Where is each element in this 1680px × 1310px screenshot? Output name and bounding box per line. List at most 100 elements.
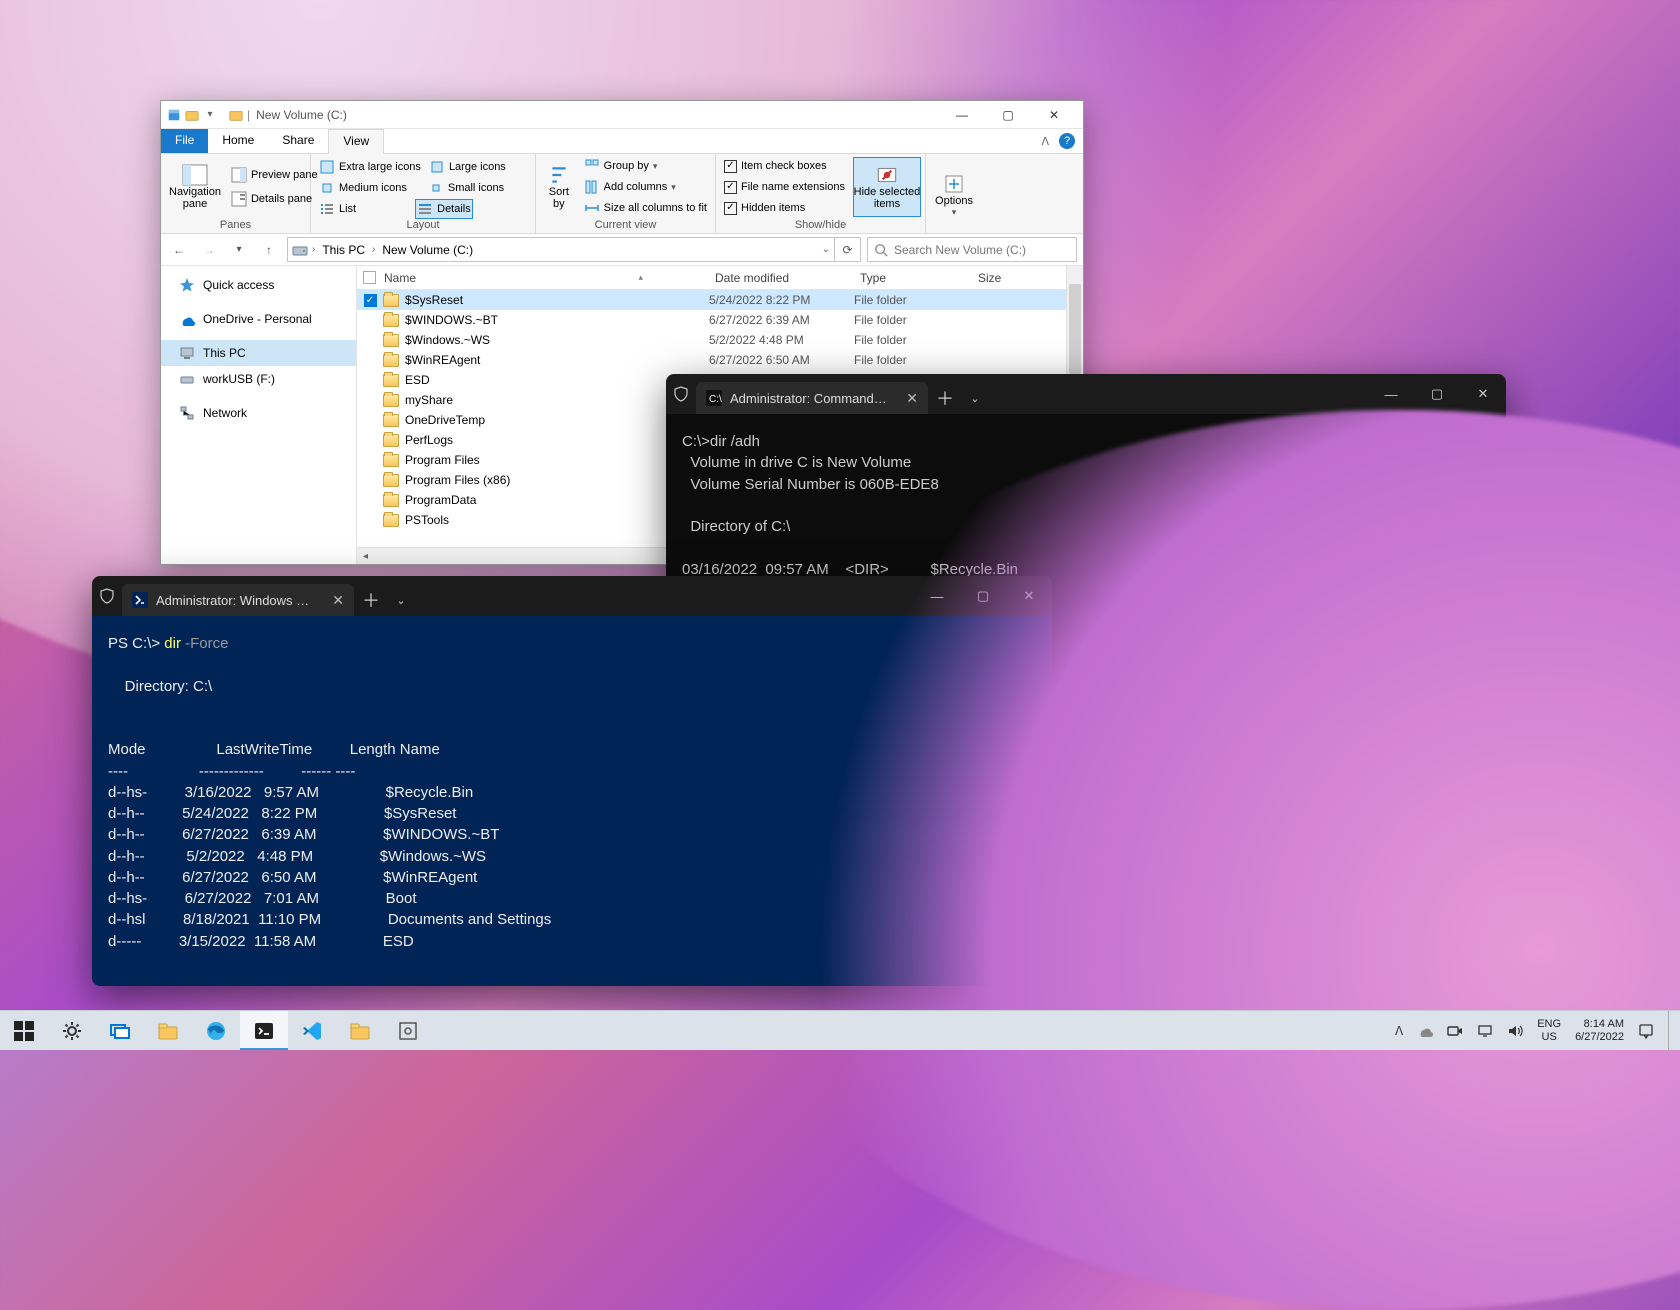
ps-tab-dropdown-icon[interactable]: ⌄ [388, 584, 414, 616]
ps-tab[interactable]: Administrator: Windows PowerShell ✕ [122, 584, 354, 616]
ps-new-tab-button[interactable]: ＋ [354, 584, 388, 616]
nav-network[interactable]: Network [161, 400, 356, 426]
preview-pane-button[interactable]: Preview pane [229, 165, 320, 185]
cmd-tab[interactable]: C:\ Administrator: Command Prompt ✕ [696, 382, 928, 414]
add-columns-button[interactable]: Add columns ▾ [582, 178, 709, 197]
clock[interactable]: 8:14 AM6/27/2022 [1575, 1018, 1624, 1043]
taskbar-explorer-2[interactable] [336, 1011, 384, 1050]
nav-back-button[interactable]: ← [167, 238, 191, 262]
options-button[interactable]: Options▾ [932, 157, 976, 233]
folder-icon [383, 314, 399, 327]
file-extensions-toggle[interactable]: ✓File name extensions [722, 178, 847, 196]
tray-notifications-icon[interactable] [1638, 1023, 1654, 1039]
layout-details[interactable]: Details [415, 199, 473, 219]
explorer-titlebar[interactable]: ▾ | New Volume (C:) — ▢ ✕ [161, 101, 1083, 129]
tray-volume-icon[interactable] [1507, 1023, 1523, 1039]
search-input[interactable]: Search New Volume (C:) [867, 237, 1077, 262]
tray-chevron-icon[interactable]: ᐱ [1395, 1024, 1403, 1038]
file-row[interactable]: ✓ $Windows.~WS 5/2/2022 4:48 PMFile fold… [357, 330, 1083, 350]
ribbon-collapse-icon[interactable]: ᐱ [1041, 135, 1049, 148]
taskbar-app[interactable] [384, 1011, 432, 1050]
group-showhide-label: Show/hide [722, 219, 919, 231]
nav-history-button[interactable]: ▾ [227, 238, 251, 262]
address-bar[interactable]: › This PC› New Volume (C:) ⌄ [287, 237, 835, 262]
tray-network-icon[interactable] [1477, 1023, 1493, 1039]
qat-new-folder-icon[interactable] [185, 108, 199, 122]
cmd-titlebar[interactable]: C:\ Administrator: Command Prompt ✕ ＋ ⌄ … [666, 374, 1506, 414]
tab-share[interactable]: Share [268, 129, 328, 153]
cmd-tab-close-icon[interactable]: ✕ [906, 390, 918, 407]
col-name[interactable]: Name [384, 271, 416, 285]
layout-small[interactable]: Small icons [426, 178, 506, 198]
sort-by-button[interactable]: Sort by [542, 157, 576, 217]
file-row[interactable]: ✓ $WINDOWS.~BT 6/27/2022 6:39 AMFile fol… [357, 310, 1083, 330]
show-desktop-button[interactable] [1668, 1011, 1674, 1051]
file-row[interactable]: ✓ $WinREAgent 6/27/2022 6:50 AMFile fold… [357, 350, 1083, 370]
nav-forward-button[interactable]: → [197, 238, 221, 262]
layout-extra-large[interactable]: Extra large icons [317, 157, 423, 177]
start-button[interactable] [0, 1011, 48, 1050]
navigation-pane-button[interactable]: Navigation pane [167, 157, 223, 217]
language-indicator[interactable]: ENGUS [1537, 1018, 1561, 1043]
breadcrumb-volume[interactable]: New Volume (C:) [379, 241, 476, 259]
cmd-close-button[interactable]: ✕ [1460, 374, 1506, 414]
shield-icon [92, 588, 122, 604]
details-pane-button[interactable]: Details pane [229, 189, 320, 209]
cmd-new-tab-button[interactable]: ＋ [928, 382, 962, 414]
maximize-button[interactable]: ▢ [985, 101, 1031, 128]
tab-home[interactable]: Home [208, 129, 268, 153]
tab-file[interactable]: File [161, 129, 208, 153]
hidden-items-toggle[interactable]: ✓Hidden items [722, 199, 847, 217]
ps-titlebar[interactable]: Administrator: Windows PowerShell ✕ ＋ ⌄ … [92, 576, 1052, 616]
nav-this-pc[interactable]: This PC [161, 340, 356, 366]
taskbar-terminal[interactable] [240, 1011, 288, 1050]
cmd-tab-dropdown-icon[interactable]: ⌄ [962, 382, 988, 414]
search-icon [874, 243, 888, 257]
tab-view[interactable]: View [328, 129, 384, 154]
tray-meet-now-icon[interactable] [1447, 1023, 1463, 1039]
nav-quick-access[interactable]: Quick access [161, 272, 356, 298]
navigation-pane: Quick access OneDrive - Personal This PC… [161, 266, 357, 564]
help-icon[interactable]: ? [1059, 133, 1075, 149]
refresh-button[interactable]: ⟳ [835, 237, 861, 262]
task-view-button[interactable] [96, 1011, 144, 1050]
nav-up-button[interactable]: ↑ [257, 238, 281, 262]
settings-button[interactable] [48, 1011, 96, 1050]
ps-tab-close-icon[interactable]: ✕ [332, 592, 344, 609]
close-button[interactable]: ✕ [1031, 101, 1077, 128]
taskbar-explorer[interactable] [144, 1011, 192, 1050]
cmd-scrollbar[interactable] [1496, 424, 1502, 770]
folder-icon [383, 494, 399, 507]
cmd-minimize-button[interactable]: — [1368, 374, 1414, 414]
nav-onedrive[interactable]: OneDrive - Personal [161, 306, 356, 332]
qat-properties-icon[interactable] [167, 108, 181, 122]
group-by-button[interactable]: Group by ▾ [582, 157, 709, 176]
col-type[interactable]: Type [854, 271, 972, 285]
layout-list[interactable]: List [317, 199, 358, 219]
folder-icon [383, 294, 399, 307]
ps-output[interactable]: PS C:\> dir -Force Directory: C:\ Mode L… [92, 616, 1052, 986]
svg-text:C:\: C:\ [709, 394, 722, 405]
hide-selected-button[interactable]: Hide selected items [853, 157, 921, 217]
ps-minimize-button[interactable]: — [914, 576, 960, 616]
ps-close-button[interactable]: ✕ [1006, 576, 1052, 616]
folder-icon [383, 434, 399, 447]
taskbar-edge[interactable] [192, 1011, 240, 1050]
folder-icon [383, 414, 399, 427]
item-check-boxes-toggle[interactable]: ✓Item check boxes [722, 157, 847, 175]
breadcrumb-thispc[interactable]: This PC [319, 241, 368, 259]
qat-dropdown-icon[interactable]: ▾ [203, 108, 217, 122]
layout-large[interactable]: Large icons [427, 157, 508, 177]
taskbar-vscode[interactable] [288, 1011, 336, 1050]
col-date[interactable]: Date modified [709, 271, 854, 285]
tray-onedrive-icon[interactable] [1417, 1023, 1433, 1039]
ps-maximize-button[interactable]: ▢ [960, 576, 1006, 616]
layout-medium[interactable]: Medium icons [317, 178, 409, 198]
cmd-maximize-button[interactable]: ▢ [1414, 374, 1460, 414]
file-row[interactable]: ✓ $SysReset 5/24/2022 8:22 PMFile folder [357, 290, 1083, 310]
column-headers[interactable]: Name▴ Date modified Type Size [357, 266, 1083, 290]
size-all-columns-button[interactable]: Size all columns to fit [582, 198, 709, 217]
nav-workusb[interactable]: workUSB (F:) [161, 366, 356, 392]
minimize-button[interactable]: — [939, 101, 985, 128]
drive-icon [292, 242, 308, 258]
